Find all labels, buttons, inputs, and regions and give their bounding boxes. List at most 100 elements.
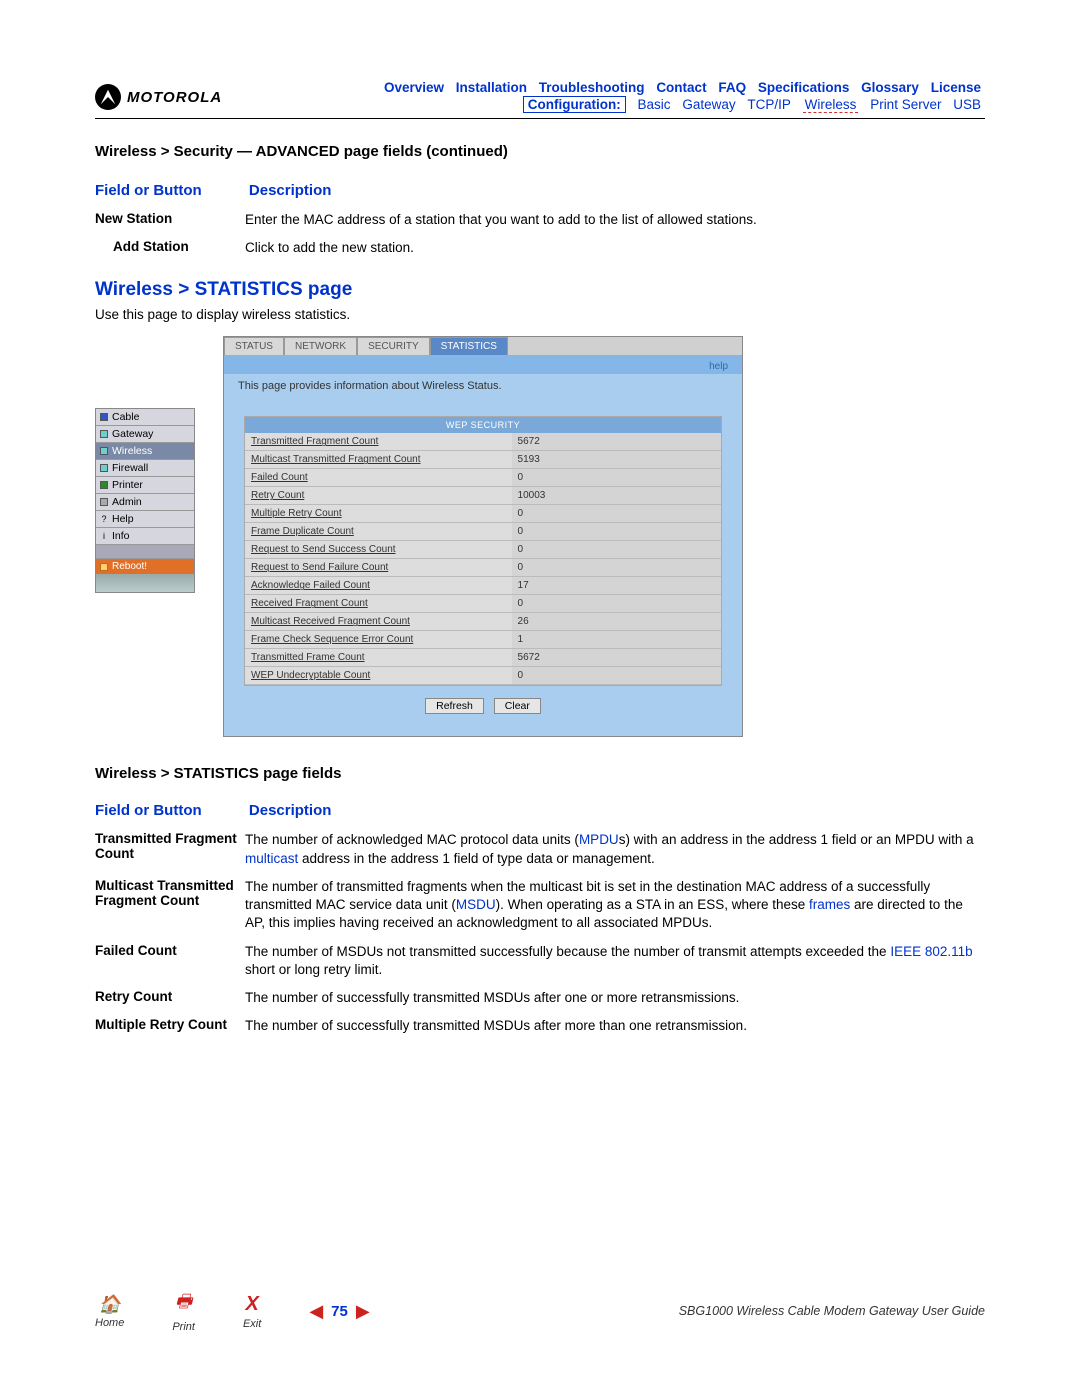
subnav-gateway[interactable]: Gateway — [682, 97, 735, 112]
next-page-icon[interactable]: ▶ — [356, 1301, 370, 1322]
tab-status[interactable]: STATUS — [224, 337, 284, 355]
stats-key: Request to Send Success Count — [245, 541, 512, 559]
exit-icon: X — [245, 1293, 258, 1316]
glossary-link[interactable]: frames — [809, 897, 850, 912]
stats-row: Transmitted Frame Count5672 — [245, 649, 721, 667]
nav-faq[interactable]: FAQ — [718, 80, 746, 95]
prev-page-icon[interactable]: ◀ — [309, 1301, 323, 1322]
square-icon — [100, 464, 108, 472]
side-menu-item-help[interactable]: ?Help — [96, 511, 194, 528]
print-button[interactable]: 🖶 Print — [172, 1289, 195, 1333]
stats-value: 5672 — [512, 649, 721, 667]
side-menu-reboot[interactable]: Reboot! — [96, 559, 194, 574]
stats-value: 0 — [512, 559, 721, 577]
stats-key: Acknowledge Failed Count — [245, 577, 512, 595]
glossary-link[interactable]: MSDU — [456, 897, 496, 912]
side-menu-label: Info — [112, 530, 130, 542]
glossary-link[interactable]: multicast — [245, 851, 298, 866]
stats-value: 0 — [512, 469, 721, 487]
field-row: Retry CountThe number of successfully tr… — [95, 989, 985, 1007]
panel-tabs: STATUS NETWORK SECURITY STATISTICS — [224, 337, 742, 355]
subnav-printserver[interactable]: Print Server — [870, 97, 941, 112]
side-menu-label: Cable — [112, 411, 139, 423]
square-icon — [100, 413, 108, 421]
guide-title: SBG1000 Wireless Cable Modem Gateway Use… — [679, 1304, 985, 1318]
desc-new-station: Enter the MAC address of a station that … — [245, 211, 985, 229]
tab-network[interactable]: NETWORK — [284, 337, 357, 355]
side-menu-label: Admin — [112, 496, 142, 508]
stats-row: Multiple Retry Count0 — [245, 505, 721, 523]
field-row: Multicast Transmitted Fragment CountThe … — [95, 878, 985, 933]
stats-row: Frame Check Sequence Error Count1 — [245, 631, 721, 649]
clear-button[interactable]: Clear — [494, 698, 541, 714]
side-menu-item-admin[interactable]: Admin — [96, 494, 194, 511]
tab-security[interactable]: SECURITY — [357, 337, 430, 355]
side-menu-item-printer[interactable]: Printer — [96, 477, 194, 494]
stats-value: 5193 — [512, 451, 721, 469]
subnav-configuration[interactable]: Configuration: — [523, 96, 626, 113]
subnav-tcpip[interactable]: TCP/IP — [747, 97, 791, 112]
stats-value: 0 — [512, 541, 721, 559]
brand-logo: MOTOROLA — [95, 84, 222, 110]
stats-key: Transmitted Frame Count — [245, 649, 512, 667]
stats-value: 0 — [512, 667, 721, 685]
stats-row: Request to Send Failure Count0 — [245, 559, 721, 577]
stats-value: 10003 — [512, 487, 721, 505]
subnav-wireless[interactable]: Wireless — [803, 97, 859, 113]
stats-table: WEP SECURITY Transmitted Fragment Count5… — [244, 416, 722, 686]
stats-row: WEP Undecryptable Count0 — [245, 667, 721, 685]
column-headers-2: Field or Button Description — [95, 802, 985, 819]
square-icon — [100, 430, 108, 438]
tab-statistics[interactable]: STATISTICS — [430, 337, 508, 355]
stats-key: Received Fragment Count — [245, 595, 512, 613]
nav-specifications[interactable]: Specifications — [758, 80, 850, 95]
side-menu-item-firewall[interactable]: Firewall — [96, 460, 194, 477]
stats-key: Retry Count — [245, 487, 512, 505]
side-menu-item-cable[interactable]: Cable — [96, 409, 194, 426]
stats-row: Retry Count10003 — [245, 487, 721, 505]
field-desc: The number of acknowledged MAC protocol … — [245, 831, 985, 867]
stats-key: Transmitted Fragment Count — [245, 433, 512, 451]
stats-value: 1 — [512, 631, 721, 649]
side-menu-label: Help — [112, 513, 134, 525]
side-menu-item-gateway[interactable]: Gateway — [96, 426, 194, 443]
stats-key: Frame Duplicate Count — [245, 523, 512, 541]
stats-value: 26 — [512, 613, 721, 631]
row-add-station: Add Station Click to add the new station… — [95, 239, 985, 257]
nav-license[interactable]: License — [931, 80, 981, 95]
panel-intro-text: This page provides information about Wir… — [224, 374, 742, 402]
stats-key: Frame Check Sequence Error Count — [245, 631, 512, 649]
field-label: Multicast Transmitted Fragment Count — [95, 878, 245, 933]
side-menu-label: Firewall — [112, 462, 148, 474]
side-menu-item-wireless[interactable]: Wireless — [96, 443, 194, 460]
stats-row: Frame Duplicate Count0 — [245, 523, 721, 541]
exit-button[interactable]: X Exit — [243, 1293, 261, 1330]
field-desc: The number of successfully transmitted M… — [245, 989, 985, 1007]
nav-installation[interactable]: Installation — [456, 80, 527, 95]
screenshot-container: Cable Gateway Wireless Firewall Printer Admin… — [95, 336, 985, 737]
side-menu-item-info[interactable]: iInfo — [96, 528, 194, 545]
home-button[interactable]: 🏠 Home — [95, 1294, 124, 1329]
stats-row: Received Fragment Count0 — [245, 595, 721, 613]
page-header: MOTOROLA Overview Installation Troublesh… — [95, 80, 985, 112]
nav-contact[interactable]: Contact — [656, 80, 706, 95]
panel-buttons: Refresh Clear — [244, 686, 722, 718]
nav-troubleshooting[interactable]: Troubleshooting — [539, 80, 645, 95]
nav-glossary[interactable]: Glossary — [861, 80, 919, 95]
subnav-usb[interactable]: USB — [953, 97, 981, 112]
field-label: Transmitted Fragment Count — [95, 831, 245, 867]
side-menu-label: Gateway — [112, 428, 153, 440]
glossary-link[interactable]: MPDU — [579, 832, 619, 847]
print-label: Print — [172, 1321, 195, 1333]
refresh-button[interactable]: Refresh — [425, 698, 484, 714]
sub-nav: Configuration: Basic Gateway TCP/IP Wire… — [230, 97, 985, 112]
field-desc: The number of successfully transmitted M… — [245, 1017, 985, 1035]
square-icon — [100, 447, 108, 455]
panel-help-link[interactable]: help — [224, 355, 742, 374]
stats-row: Acknowledge Failed Count17 — [245, 577, 721, 595]
glossary-link[interactable]: IEEE 802.11b — [890, 944, 972, 959]
nav-overview[interactable]: Overview — [384, 80, 444, 95]
subnav-basic[interactable]: Basic — [638, 97, 671, 112]
stats-key: WEP Undecryptable Count — [245, 667, 512, 685]
field-desc: The number of MSDUs not transmitted succ… — [245, 943, 985, 979]
